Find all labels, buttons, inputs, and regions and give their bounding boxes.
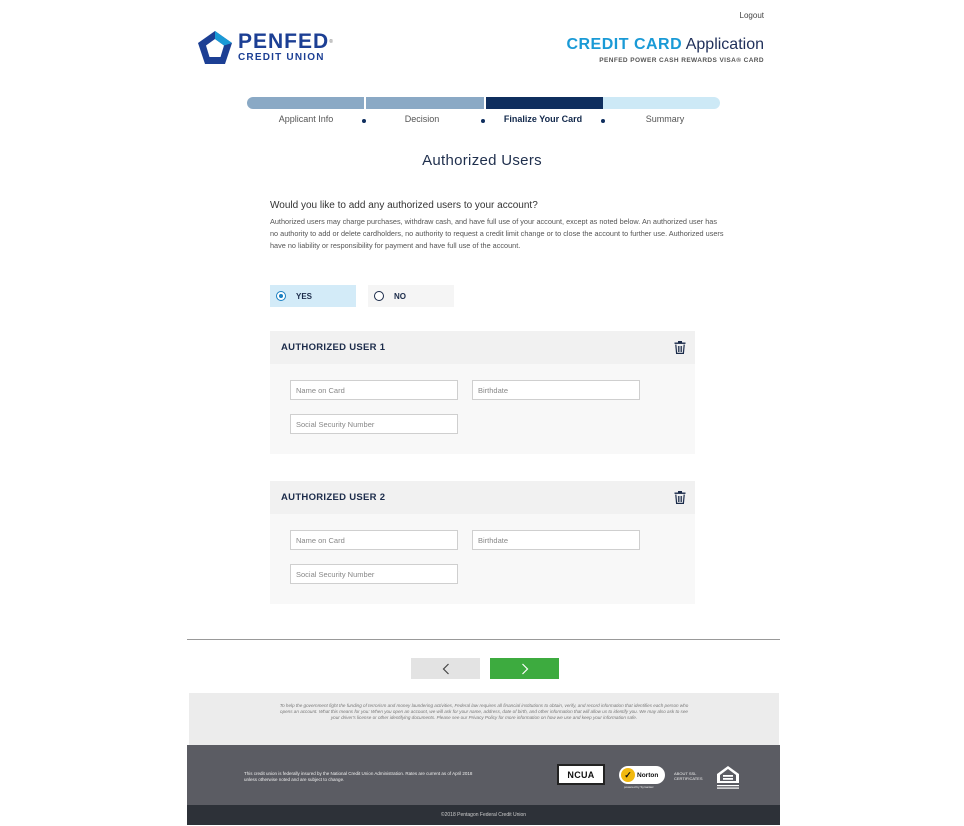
radio-no-label: NO [394, 291, 406, 301]
footer-note: This credit union is federally insured b… [244, 771, 473, 782]
footer: This credit union is federally insured b… [187, 745, 780, 805]
authorized-user-header: AUTHORIZED USER 1 [270, 331, 695, 364]
radio-yes-label: YES [296, 291, 313, 301]
birthdate-input[interactable] [472, 380, 640, 400]
page-title: Authorized Users [422, 152, 542, 169]
authorized-user-title: AUTHORIZED USER 2 [281, 492, 386, 503]
app-title-bold: CREDIT CARD [566, 36, 683, 53]
ssn-input[interactable] [290, 414, 458, 434]
add-users-radio-group: YES NO [270, 285, 454, 307]
ncua-badge[interactable]: NCUA [557, 764, 605, 785]
authorized-user-card: AUTHORIZED USER 2 [270, 481, 695, 604]
radio-yes-circle[interactable] [276, 291, 286, 301]
copyright: ©2018 Pentagon Federal Credit Union [187, 805, 780, 825]
step-decision: Decision [404, 114, 440, 124]
chevron-right-icon [521, 663, 528, 674]
radio-yes[interactable]: YES [270, 285, 356, 307]
penfed-logo: PENFED® CREDIT UNION [197, 30, 334, 66]
progress-segment-decision [366, 97, 486, 109]
progress-steps: Applicant Info Decision Finalize Your Ca… [247, 114, 720, 128]
patriot-act-notice: To help the government fight the funding… [189, 693, 779, 745]
app-title-light: Application [685, 36, 764, 53]
step-applicant-info: Applicant Info [278, 114, 334, 124]
divider [187, 639, 780, 640]
logo-name: PENFED [238, 30, 330, 53]
birthdate-input[interactable] [472, 530, 640, 550]
authorized-user-card: AUTHORIZED USER 1 [270, 331, 695, 454]
progress-bar [247, 97, 720, 109]
authorized-users-question: Would you like to add any authorized use… [270, 200, 538, 211]
progress-segment-finalize [485, 97, 603, 109]
norton-sub-label: powered by Symantec [624, 785, 654, 789]
app-subtitle: PENFED POWER CASH REWARDS VISA® CARD [599, 57, 764, 64]
name-on-card-input[interactable] [290, 530, 458, 550]
ssn-input[interactable] [290, 564, 458, 584]
authorized-user-header: AUTHORIZED USER 2 [270, 481, 695, 514]
trash-icon[interactable] [674, 491, 686, 504]
equal-housing-lender-icon [717, 766, 739, 789]
radio-no[interactable]: NO [368, 285, 454, 307]
name-on-card-input[interactable] [290, 380, 458, 400]
logo-subtitle: CREDIT UNION [238, 52, 325, 63]
progress-segment-summary [602, 97, 720, 109]
norton-badge[interactable]: ✓ Norton [619, 766, 665, 784]
application-title: CREDIT CARD Application PENFED POWER CAS… [566, 36, 764, 64]
back-button[interactable] [411, 658, 480, 679]
progress-segment-applicant-info [247, 97, 367, 109]
penfed-logo-icon [198, 31, 232, 64]
norton-label: Norton [637, 771, 659, 779]
checkmark-icon: ✓ [621, 768, 635, 782]
authorized-user-title: AUTHORIZED USER 1 [281, 342, 386, 353]
chevron-left-icon [442, 663, 449, 674]
radio-no-circle[interactable] [374, 291, 384, 301]
next-button[interactable] [490, 658, 559, 679]
step-summary: Summary [645, 114, 685, 124]
step-finalize-your-card: Finalize Your Card [503, 114, 583, 124]
trash-icon[interactable] [674, 341, 686, 354]
step-dot [601, 119, 605, 123]
about-ssl-link[interactable]: ABOUT SSL CERTIFICATES [674, 771, 703, 781]
authorized-users-disclaimer: Authorized users may charge purchases, w… [270, 217, 724, 250]
logout-link[interactable]: Logout [740, 11, 764, 20]
